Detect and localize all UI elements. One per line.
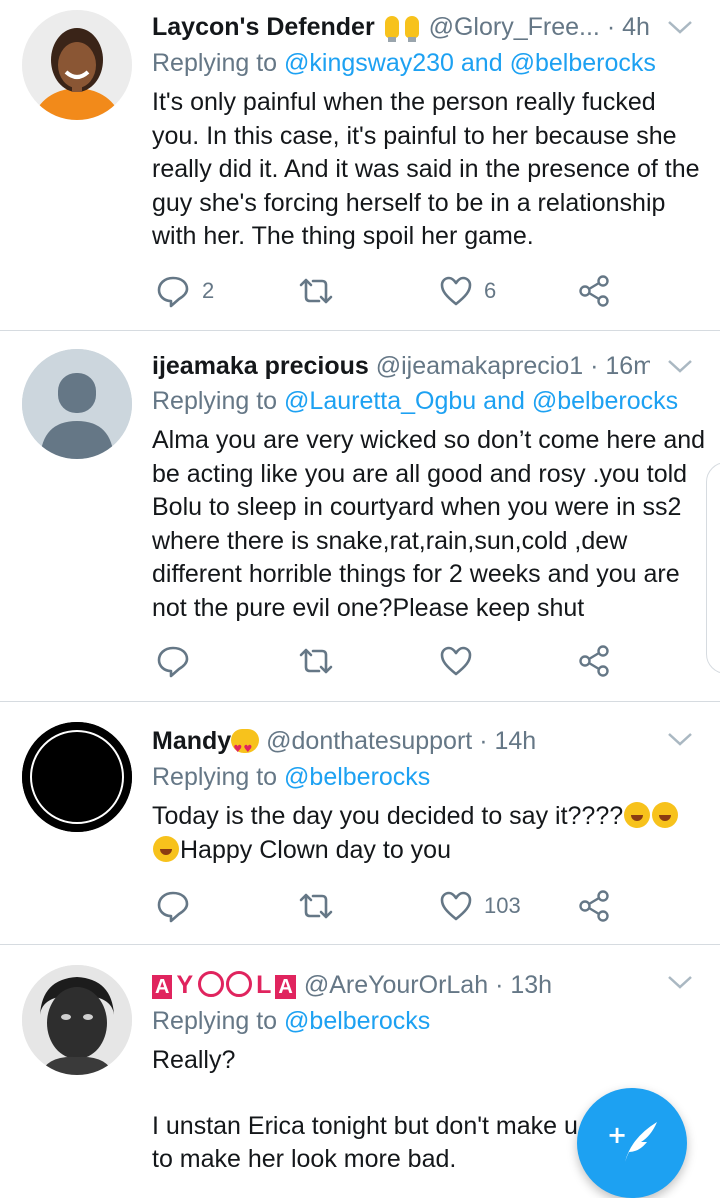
timestamp[interactable]: 14h bbox=[494, 727, 536, 755]
like-count: 6 bbox=[484, 278, 497, 303]
reply-icon bbox=[157, 276, 189, 308]
retweet-button[interactable] bbox=[298, 886, 334, 926]
tweet-1[interactable]: Laycon's Defender @Glory_Free... · 4h Re… bbox=[0, 0, 720, 330]
tweet-text: It's only painful when the person really… bbox=[152, 88, 700, 250]
tweet-header: Laycon's Defender @Glory_Free... · 4h bbox=[152, 8, 650, 46]
separator: · bbox=[606, 13, 616, 41]
mention-link[interactable]: @belberocks bbox=[532, 387, 678, 415]
heart-eyes-cat-emoji-icon bbox=[231, 729, 260, 760]
tweet-actions: 2 6 bbox=[152, 271, 632, 311]
rofl-emoji-icon bbox=[624, 802, 651, 828]
tweet-text-line: Happy Clown day to you bbox=[180, 835, 451, 864]
avatar[interactable] bbox=[22, 722, 132, 832]
heart-icon bbox=[440, 276, 472, 306]
tweet-2[interactable]: ijeamaka precious @ijeamakaprecio1 · 16m… bbox=[0, 331, 720, 701]
lightbulb-emoji-icon bbox=[404, 16, 419, 42]
retweet-icon bbox=[299, 893, 333, 919]
chevron-down-icon[interactable] bbox=[666, 972, 694, 992]
rofl-emoji-icon bbox=[153, 835, 179, 862]
replying-to: Replying to @belberocks bbox=[152, 1004, 430, 1038]
share-icon bbox=[579, 645, 609, 677]
replying-prefix: Replying to bbox=[152, 387, 278, 415]
scroll-handle[interactable] bbox=[706, 462, 720, 674]
tweet-3[interactable]: Mandy @donthatesupport · 14h Replying to… bbox=[0, 702, 720, 944]
retweet-icon bbox=[299, 278, 333, 304]
mention-joiner: and bbox=[460, 49, 503, 77]
reply-button[interactable] bbox=[156, 886, 202, 926]
mention-link[interactable]: @belberocks bbox=[510, 49, 656, 77]
share-button[interactable] bbox=[578, 271, 612, 311]
heart-icon bbox=[440, 891, 472, 921]
display-name[interactable]: AYLA bbox=[152, 971, 297, 999]
user-handle[interactable]: @AreYourOrLah bbox=[304, 971, 488, 999]
name-letter: A bbox=[152, 975, 173, 999]
replying-to: Replying to @kingsway230 and @belberocks bbox=[152, 46, 656, 80]
timestamp[interactable]: 4h bbox=[622, 13, 650, 41]
avatar[interactable] bbox=[22, 965, 132, 1075]
tweet-text: Today is the day you decided to say it??… bbox=[152, 800, 704, 867]
tweet-actions bbox=[152, 641, 632, 681]
display-name[interactable]: Mandy bbox=[152, 727, 231, 755]
tweet-header: AYLA @AreYourOrLah · 13h bbox=[152, 966, 650, 1004]
share-button[interactable] bbox=[578, 641, 612, 681]
user-handle[interactable]: @donthatesupport bbox=[266, 727, 472, 755]
replying-to: Replying to @belberocks bbox=[152, 760, 430, 794]
avatar[interactable] bbox=[22, 349, 132, 459]
compose-tweet-button[interactable]: + bbox=[577, 1088, 687, 1198]
display-name[interactable]: ijeamaka precious bbox=[152, 352, 369, 380]
mention-link[interactable]: @belberocks bbox=[284, 1007, 430, 1035]
reply-count: 2 bbox=[202, 278, 215, 303]
reply-icon bbox=[157, 646, 189, 678]
separator: · bbox=[495, 971, 504, 999]
tweet-header: Mandy @donthatesupport · 14h bbox=[152, 722, 650, 760]
share-button[interactable] bbox=[578, 886, 612, 926]
retweet-icon bbox=[299, 648, 333, 674]
tweet-text-line: Really? bbox=[152, 1046, 236, 1074]
display-name[interactable]: Laycon's Defender bbox=[152, 13, 375, 41]
tweet-header: ijeamaka precious @ijeamakaprecio1 · 16m bbox=[152, 347, 650, 385]
tweet-actions: 103 bbox=[152, 886, 632, 926]
replying-prefix: Replying to bbox=[152, 1007, 278, 1035]
share-icon bbox=[579, 890, 609, 922]
heart-icon bbox=[440, 646, 472, 676]
compose-tweet-icon bbox=[625, 1122, 657, 1162]
like-button[interactable]: 6 bbox=[440, 271, 496, 311]
like-button[interactable]: 103 bbox=[440, 886, 521, 926]
timestamp[interactable]: 16m bbox=[605, 352, 650, 380]
like-button[interactable] bbox=[440, 641, 484, 681]
ring-letter-icon bbox=[226, 971, 253, 997]
share-icon bbox=[579, 275, 609, 307]
mention-link[interactable]: @Lauretta_Ogbu bbox=[284, 387, 476, 415]
ring-letter-icon bbox=[198, 971, 225, 997]
avatar[interactable] bbox=[22, 10, 132, 120]
mention-link[interactable]: @kingsway230 bbox=[284, 49, 454, 77]
retweet-button[interactable] bbox=[298, 641, 334, 681]
name-letter: A bbox=[275, 975, 296, 999]
name-letter: L bbox=[256, 971, 272, 999]
replying-prefix: Replying to bbox=[152, 49, 278, 77]
rofl-emoji-icon bbox=[652, 802, 679, 828]
tweet-text-line: Today is the day you decided to say it??… bbox=[152, 802, 624, 830]
lightbulb-emoji-icon bbox=[384, 16, 399, 42]
chevron-down-icon[interactable] bbox=[666, 356, 694, 376]
timestamp[interactable]: 13h bbox=[510, 971, 552, 999]
replying-to: Replying to @Lauretta_Ogbu and @belberoc… bbox=[152, 384, 678, 418]
name-letter: Y bbox=[176, 971, 194, 999]
like-count: 103 bbox=[484, 893, 521, 918]
reply-icon bbox=[157, 891, 189, 923]
mention-link[interactable]: @belberocks bbox=[284, 763, 430, 791]
reply-button[interactable]: 2 bbox=[156, 271, 214, 311]
chevron-down-icon[interactable] bbox=[666, 17, 694, 37]
tweet-text: Alma you are very wicked so don’t come h… bbox=[152, 426, 706, 622]
user-handle[interactable]: @ijeamakaprecio1 bbox=[376, 352, 583, 380]
user-handle[interactable]: @Glory_Free... bbox=[429, 13, 600, 41]
separator: · bbox=[479, 727, 488, 755]
retweet-button[interactable] bbox=[298, 271, 334, 311]
separator: · bbox=[590, 352, 599, 380]
chevron-down-icon[interactable] bbox=[666, 729, 694, 749]
reply-button[interactable] bbox=[156, 641, 202, 681]
replying-prefix: Replying to bbox=[152, 763, 278, 791]
mention-joiner: and bbox=[483, 387, 525, 415]
